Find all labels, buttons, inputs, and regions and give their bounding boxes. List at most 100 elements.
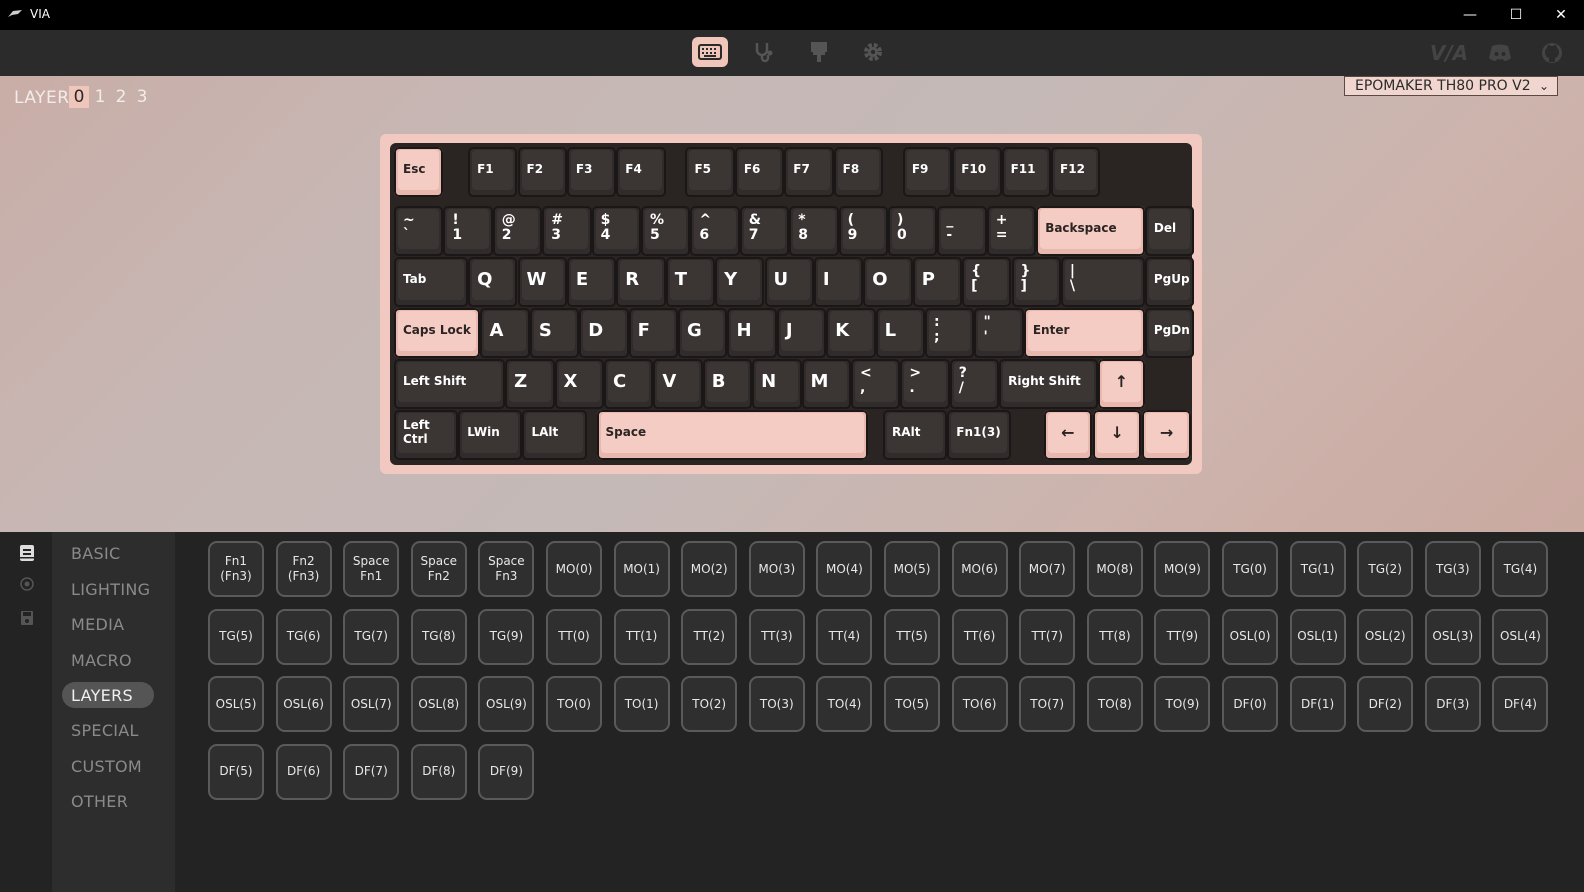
keycode-space-fn3[interactable]: Space Fn3: [478, 541, 535, 597]
configure-tab[interactable]: [692, 37, 728, 67]
key-f10[interactable]: F10: [952, 147, 1002, 197]
keycode-mo-3[interactable]: MO(3): [748, 541, 805, 597]
keycode-to-4[interactable]: TO(4): [816, 676, 873, 732]
keycode-df-5[interactable]: DF(5): [208, 743, 264, 800]
menu-item-layers[interactable]: LAYERS: [62, 682, 154, 708]
keycode-to-8[interactable]: TO(8): [1086, 676, 1143, 732]
keycode-tg-6[interactable]: TG(6): [275, 608, 332, 665]
key-f11[interactable]: F11: [1001, 147, 1051, 197]
keycode-osl-9[interactable]: OSL(9): [478, 676, 535, 732]
layer-1-button[interactable]: 1: [90, 86, 110, 108]
keycode-tg-2[interactable]: TG(2): [1357, 541, 1414, 597]
key-f[interactable]: F: [628, 308, 679, 358]
save-icon[interactable]: [20, 610, 34, 626]
menu-item-macro[interactable]: MACRO: [62, 647, 154, 673]
key-[interactable]: " ': [974, 308, 1024, 358]
key-left-ctrl[interactable]: Left Ctrl: [394, 410, 459, 460]
key-tab[interactable]: Tab: [394, 257, 469, 307]
keycode-mo-5[interactable]: MO(5): [884, 541, 940, 597]
keycode-to-3[interactable]: TO(3): [748, 676, 805, 732]
key-a[interactable]: A: [480, 308, 530, 358]
keycode-tt-1[interactable]: TT(1): [613, 608, 670, 665]
keycode-tt-4[interactable]: TT(4): [816, 608, 873, 665]
keycode-fn2-fn3[interactable]: Fn2 (Fn3): [275, 541, 332, 597]
keycode-fn1-fn3[interactable]: Fn1 (Fn3): [208, 541, 264, 597]
keycode-mo-7[interactable]: MO(7): [1019, 541, 1076, 597]
key-s[interactable]: S: [529, 308, 580, 358]
key-x[interactable]: X: [554, 359, 604, 409]
keycode-df-6[interactable]: DF(6): [275, 743, 332, 800]
layer-3-button[interactable]: 3: [132, 86, 152, 108]
key-n[interactable]: N: [752, 359, 802, 409]
keycode-osl-8[interactable]: OSL(8): [410, 676, 467, 732]
keycode-tg-3[interactable]: TG(3): [1424, 541, 1481, 597]
settings-tab[interactable]: [855, 37, 891, 67]
keycode-osl-3[interactable]: OSL(3): [1424, 608, 1481, 665]
keycode-tt-6[interactable]: TT(6): [951, 608, 1008, 665]
key-h[interactable]: H: [727, 308, 777, 358]
key-[interactable]: ↑: [1097, 359, 1145, 409]
menu-item-media[interactable]: MEDIA: [62, 611, 154, 637]
key-[interactable]: ←: [1043, 410, 1093, 460]
keycode-mo-4[interactable]: MO(4): [816, 541, 873, 597]
keycode-tt-9[interactable]: TT(9): [1154, 608, 1211, 665]
key-pgup[interactable]: PgUp: [1144, 257, 1195, 307]
key-7[interactable]: & 7: [739, 206, 790, 256]
key-f2[interactable]: F2: [517, 147, 567, 197]
menu-item-special[interactable]: SPECIAL: [62, 717, 154, 743]
keycode-mo-9[interactable]: MO(9): [1154, 541, 1211, 597]
key-f3[interactable]: F3: [566, 147, 617, 197]
keycode-space-fn1[interactable]: Space Fn1: [343, 541, 400, 597]
key-i[interactable]: I: [813, 257, 864, 307]
key-4[interactable]: $4: [591, 206, 641, 256]
keycode-df-1[interactable]: DF(1): [1289, 676, 1346, 732]
keycode-df-8[interactable]: DF(8): [410, 743, 467, 800]
layer-2-button[interactable]: 2: [111, 86, 131, 108]
keycode-tt-8[interactable]: TT(8): [1086, 608, 1143, 665]
keycode-mo-6[interactable]: MO(6): [951, 541, 1008, 597]
key-lalt[interactable]: LAlt: [522, 410, 587, 460]
keycode-to-1[interactable]: TO(1): [613, 676, 670, 732]
key-1[interactable]: ! 1: [443, 206, 493, 256]
key-f7[interactable]: F7: [784, 147, 834, 197]
menu-item-lighting[interactable]: LIGHTING: [62, 576, 154, 602]
key-fn1-3[interactable]: Fn1(3): [947, 410, 1012, 460]
key-c[interactable]: C: [603, 359, 654, 409]
keycode-to-5[interactable]: TO(5): [884, 676, 940, 732]
key-b[interactable]: B: [702, 359, 753, 409]
key-2[interactable]: @2: [492, 206, 543, 256]
keycode-to-9[interactable]: TO(9): [1154, 676, 1211, 732]
key-[interactable]: :;: [925, 308, 975, 358]
key-f4[interactable]: F4: [616, 147, 666, 197]
key-[interactable]: {[: [962, 257, 1012, 307]
keycode-tg-8[interactable]: TG(8): [410, 608, 467, 665]
keycode-to-0[interactable]: TO(0): [546, 676, 602, 732]
keycode-mo-1[interactable]: MO(1): [613, 541, 670, 597]
keycode-df-9[interactable]: DF(9): [478, 743, 535, 800]
key-u[interactable]: U: [764, 257, 814, 307]
key-[interactable]: + =: [986, 206, 1037, 256]
key-d[interactable]: D: [579, 308, 629, 358]
circle-target-icon[interactable]: [20, 577, 34, 591]
keycode-tt-3[interactable]: TT(3): [748, 608, 805, 665]
keycode-to-2[interactable]: TO(2): [681, 676, 738, 732]
keycode-tg-5[interactable]: TG(5): [208, 608, 264, 665]
key-e[interactable]: E: [566, 257, 617, 307]
key-8[interactable]: * 8: [789, 206, 839, 256]
key-[interactable]: ? /: [949, 359, 1000, 409]
menu-item-other[interactable]: OTHER: [62, 788, 154, 814]
key-3[interactable]: #3: [542, 206, 592, 256]
key-[interactable]: ~ `: [394, 206, 444, 256]
keycode-tt-5[interactable]: TT(5): [884, 608, 940, 665]
keycode-tg-7[interactable]: TG(7): [343, 608, 400, 665]
keycode-to-6[interactable]: TO(6): [951, 676, 1008, 732]
keycode-df-2[interactable]: DF(2): [1357, 676, 1414, 732]
key-left-shift[interactable]: Left Shift: [394, 359, 506, 409]
keycode-tg-1[interactable]: TG(1): [1289, 541, 1346, 597]
via-website-link[interactable]: V/A: [1430, 41, 1468, 65]
key-o[interactable]: O: [863, 257, 913, 307]
design-tab[interactable]: [801, 37, 837, 67]
keycode-df-7[interactable]: DF(7): [343, 743, 400, 800]
keycode-df-3[interactable]: DF(3): [1424, 676, 1481, 732]
key-lwin[interactable]: LWin: [458, 410, 523, 460]
